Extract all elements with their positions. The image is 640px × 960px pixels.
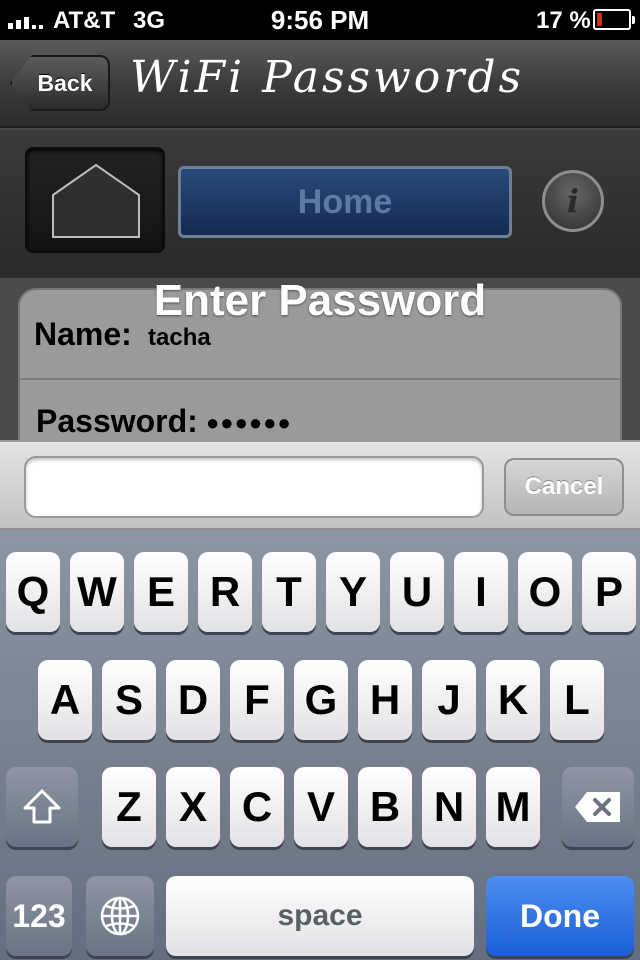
name-value: tacha [148, 324, 211, 351]
key-u[interactable]: U [390, 552, 444, 632]
backspace-icon [575, 792, 620, 822]
app-screen: { "status_bar": {"carrier": "AT&T", "net… [0, 0, 640, 960]
name-label: Name: [34, 316, 132, 352]
key-m[interactable]: M [486, 767, 540, 847]
key-o[interactable]: O [518, 552, 572, 632]
key-g[interactable]: G [294, 660, 348, 740]
key-t[interactable]: T [262, 552, 316, 632]
key-f[interactable]: F [230, 660, 284, 740]
home-button[interactable]: Home [178, 166, 512, 238]
key-c[interactable]: C [230, 767, 284, 847]
battery-percent: 17 % [536, 7, 591, 34]
password-input[interactable] [24, 456, 484, 518]
key-q[interactable]: Q [6, 552, 60, 632]
key-i[interactable]: I [454, 552, 508, 632]
keyboard: 123 space Done QWERTYUIOP ASDFGHJKL ZXCVBN… [0, 530, 640, 960]
house-shape [52, 163, 140, 238]
shift-arrow-icon [23, 789, 61, 824]
key-s[interactable]: S [102, 660, 156, 740]
info-icon[interactable]: i [542, 170, 604, 232]
back-button[interactable]: Back [10, 55, 110, 111]
key-h[interactable]: H [358, 660, 412, 740]
navigation-bar: Back WiFi Passwords [0, 40, 640, 128]
key-e[interactable]: E [134, 552, 188, 632]
toolbar: Home i [0, 130, 640, 278]
key-b[interactable]: B [358, 767, 412, 847]
key-k[interactable]: K [486, 660, 540, 740]
page-title: WiFi Passwords [130, 52, 525, 103]
key-j[interactable]: J [422, 660, 476, 740]
key-r[interactable]: R [198, 552, 252, 632]
done-key[interactable]: Done [486, 876, 634, 956]
globe-key[interactable] [86, 876, 154, 956]
dialog-divider [20, 378, 620, 380]
key-y[interactable]: Y [326, 552, 380, 632]
space-key[interactable]: space [166, 876, 474, 956]
numbers-key[interactable]: 123 [6, 876, 72, 956]
shift-key[interactable] [6, 767, 78, 847]
battery-icon [593, 9, 635, 30]
key-l[interactable]: L [550, 660, 604, 740]
status-bar: AT&T 3G 9:56 PM 17 % [0, 0, 640, 40]
key-v[interactable]: V [294, 767, 348, 847]
password-value: ●●●●●● [206, 410, 292, 435]
key-x[interactable]: X [166, 767, 220, 847]
back-button-label: Back [37, 69, 93, 96]
battery-level [597, 13, 602, 26]
password-label: Password: [36, 403, 198, 439]
house-outline-icon[interactable] [25, 147, 165, 253]
key-p[interactable]: P [582, 552, 636, 632]
key-a[interactable]: A [38, 660, 92, 740]
password-input-bar: Cancel [0, 440, 640, 530]
globe-icon [100, 896, 140, 936]
cancel-button[interactable]: Cancel [504, 458, 624, 516]
key-z[interactable]: Z [102, 767, 156, 847]
key-n[interactable]: N [422, 767, 476, 847]
key-d[interactable]: D [166, 660, 220, 740]
key-w[interactable]: W [70, 552, 124, 632]
delete-key[interactable] [562, 767, 634, 847]
